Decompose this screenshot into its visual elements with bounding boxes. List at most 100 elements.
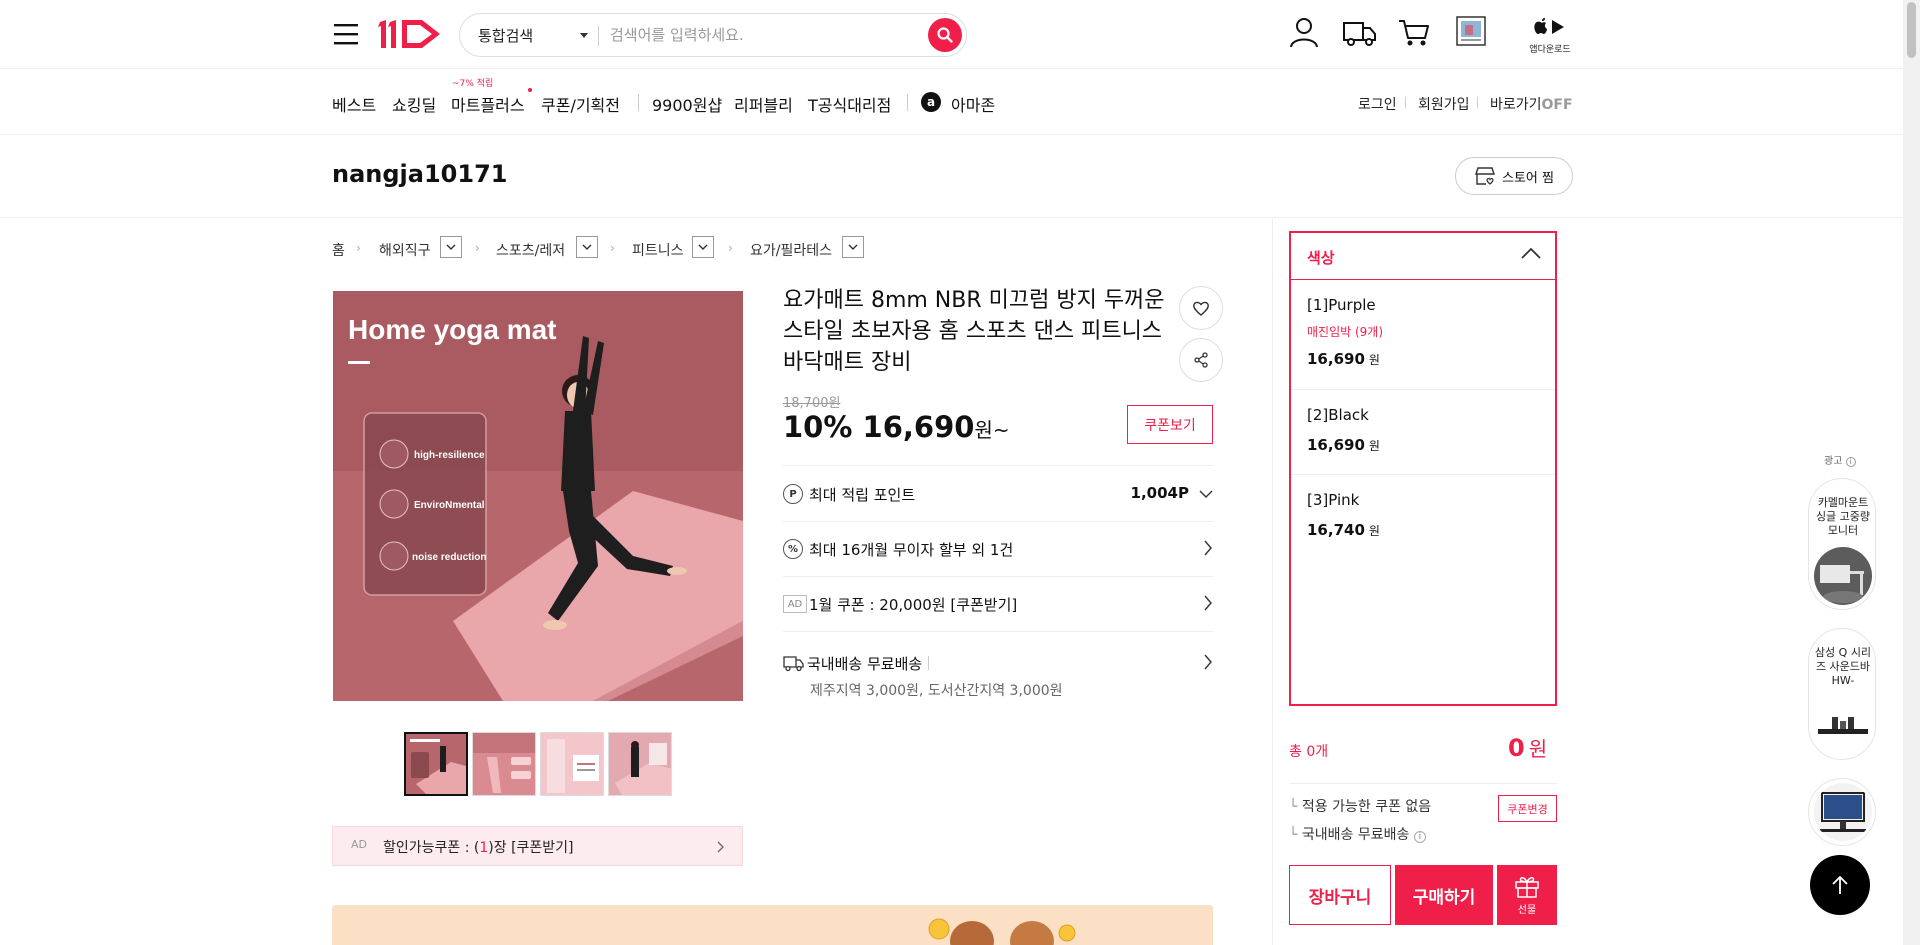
ad-card-text: 카멜마운트 싱글 고중량 모니터 — [1815, 496, 1871, 537]
nav-9900-shop[interactable]: 9900원샵 — [652, 92, 722, 116]
scroll-to-top-button[interactable] — [1810, 855, 1870, 915]
amazon-icon[interactable]: a — [921, 92, 941, 112]
scrollbar-thumb[interactable] — [1907, 2, 1916, 58]
option-stock-note: 매진임박 (9개) — [1307, 325, 1384, 339]
shipping-note: └ 국내배송 무료배송 i — [1289, 824, 1426, 844]
store-name[interactable]: nangja10171 — [332, 160, 507, 188]
installment-row[interactable]: % 최대 16개월 무이자 할부 외 1건 — [783, 537, 1213, 561]
gift-icon — [1515, 877, 1539, 898]
promo-banner[interactable] — [332, 905, 1213, 945]
option-item[interactable]: [1]Purple 매진임박 (9개) 16,690 원 — [1291, 280, 1555, 390]
thumbnail-3[interactable] — [540, 732, 604, 796]
ad-card-monitor-mount[interactable]: 카멜마운트 싱글 고중량 모니터 — [1808, 478, 1876, 610]
option-item[interactable]: [3]Pink 16,740 원 — [1291, 475, 1555, 553]
divider — [783, 521, 1213, 522]
shipping-row[interactable]: 국내배송 무료배송 — [783, 651, 1213, 675]
product-main-image[interactable]: Home yoga mat high-resilience EnviroNmen… — [333, 291, 743, 701]
thumbnail-1[interactable] — [404, 732, 468, 796]
breadcrumb-dropdown-button[interactable] — [440, 236, 462, 258]
coupon-prefix: 할인가능쿠폰 : ( — [383, 840, 480, 856]
search-bar: 통합검색 — [459, 13, 967, 57]
nav-best[interactable]: 베스트 — [332, 92, 376, 116]
option-item[interactable]: [2]Black 16,690 원 — [1291, 390, 1555, 475]
breadcrumb-fitness[interactable]: 피트니스 — [632, 240, 684, 260]
option-price-unit: 원 — [1368, 439, 1380, 453]
chevron-right-icon: › — [475, 241, 480, 255]
store-fav-button[interactable]: 스토어 찜 — [1455, 157, 1573, 195]
menu-icon[interactable] — [332, 21, 362, 47]
ad-card-monitor[interactable] — [1808, 778, 1876, 846]
signup-link[interactable]: 회원가입 — [1418, 94, 1470, 114]
store-fav-label: 스토어 찜 — [1502, 170, 1554, 186]
monthly-coupon-row[interactable]: AD 1월 쿠폰 : 20,000원 [쿠폰받기] — [783, 592, 1213, 616]
chevron-up-icon — [1521, 247, 1541, 259]
category-nav: 베스트 쇼킹딜 ~7% 적립 마트플러스 쿠폰/기획전 9900원샵 리퍼블리 … — [0, 70, 1920, 135]
ad-rail-label[interactable]: 광고 i — [1824, 452, 1856, 467]
cart-icon[interactable] — [1397, 15, 1431, 49]
app-download-label: 앱다운로드 — [1529, 45, 1571, 55]
image-feature-2: EnviroNmental — [414, 500, 485, 511]
price-unit: 원~ — [974, 418, 1010, 442]
caret-down-icon[interactable] — [580, 33, 588, 38]
nav-t-agency[interactable]: T공식대리점 — [808, 92, 891, 116]
logo-11st[interactable] — [376, 14, 448, 54]
search-input[interactable] — [610, 20, 910, 50]
heart-icon — [1193, 301, 1209, 316]
coupon-change-button[interactable]: 쿠폰변경 — [1498, 795, 1557, 822]
ad-card-image — [1814, 697, 1872, 755]
nav-mart-plus[interactable]: 마트플러스 — [451, 92, 525, 116]
breadcrumb-dropdown-button[interactable] — [692, 236, 714, 258]
shortcut-toggle[interactable]: 바로가기OFF — [1490, 94, 1573, 114]
delivery-truck-icon[interactable] — [1342, 15, 1376, 49]
breadcrumb-home[interactable]: 홈 — [332, 240, 345, 260]
nav-amazon[interactable]: 아마존 — [951, 92, 995, 116]
max-points-row[interactable]: P 최대 적립 포인트 1,004P — [783, 482, 1213, 506]
ad-card-soundbar[interactable]: 삼성 Q 시리즈 사운드바 HW- — [1808, 628, 1876, 760]
breadcrumb-overseas[interactable]: 해외직구 — [379, 240, 431, 260]
chevron-down-icon — [582, 244, 592, 250]
thumbnail-4[interactable] — [608, 732, 672, 796]
chevron-down-icon — [848, 244, 858, 250]
app-download[interactable]: 앱다운로드 — [1528, 14, 1572, 55]
installment-label: 최대 16개월 무이자 할부 외 1건 — [809, 540, 1014, 559]
search-button[interactable] — [928, 18, 962, 52]
total-count: 총 0개 — [1289, 744, 1329, 760]
coupon-count: 1 — [479, 840, 489, 856]
breadcrumb-sports[interactable]: 스포츠/레저 — [496, 240, 565, 260]
info-icon[interactable]: i — [1413, 831, 1426, 843]
store-bar: nangja10171 스토어 찜 — [0, 136, 1920, 218]
page-scrollbar[interactable] — [1903, 0, 1920, 945]
user-icon[interactable] — [1287, 15, 1321, 49]
header: 통합검색 앱다운로드 — [0, 0, 1920, 69]
nav-coupon-event[interactable]: 쿠폰/기획전 — [541, 92, 620, 116]
divider — [1477, 97, 1478, 108]
percent-icon: % — [783, 539, 803, 559]
discount-coupon-strip[interactable]: AD 할인가능쿠폰 : (1)장 [쿠폰받기] — [332, 826, 743, 866]
breadcrumb-dropdown-button[interactable] — [576, 236, 598, 258]
gift-button[interactable]: 선물 — [1497, 865, 1557, 925]
divider — [598, 26, 599, 46]
view-coupon-button[interactable]: 쿠폰보기 — [1127, 405, 1213, 444]
add-to-cart-button[interactable]: 장바구니 — [1289, 865, 1391, 925]
share-button[interactable] — [1179, 338, 1223, 382]
breadcrumb-dropdown-button[interactable] — [842, 236, 864, 258]
divider — [638, 94, 639, 111]
chevron-right-icon: › — [356, 241, 361, 255]
nav-shocking-deal[interactable]: 쇼킹딜 — [392, 92, 436, 116]
nav-refurbly[interactable]: 리퍼블리 — [734, 92, 793, 116]
option-header[interactable]: 색상 — [1291, 233, 1555, 280]
thumbnail-2[interactable] — [472, 732, 536, 796]
ad-mark: AD — [783, 595, 807, 613]
divider — [928, 656, 930, 670]
breadcrumb-yoga[interactable]: 요가/필라테스 — [750, 240, 832, 260]
buy-now-button[interactable]: 구매하기 — [1395, 865, 1493, 925]
total-price-value: 0 — [1508, 734, 1525, 762]
chevron-right-icon — [717, 841, 724, 853]
wishlist-button[interactable] — [1179, 286, 1223, 330]
store-heart-icon — [1475, 167, 1495, 185]
login-link[interactable]: 로그인 — [1358, 94, 1397, 114]
mart-plus-badge: ~7% 적립 — [452, 79, 494, 89]
recent-viewed-icon[interactable] — [1455, 15, 1487, 47]
search-icon — [937, 27, 953, 43]
ad-card-image — [1814, 783, 1872, 841]
